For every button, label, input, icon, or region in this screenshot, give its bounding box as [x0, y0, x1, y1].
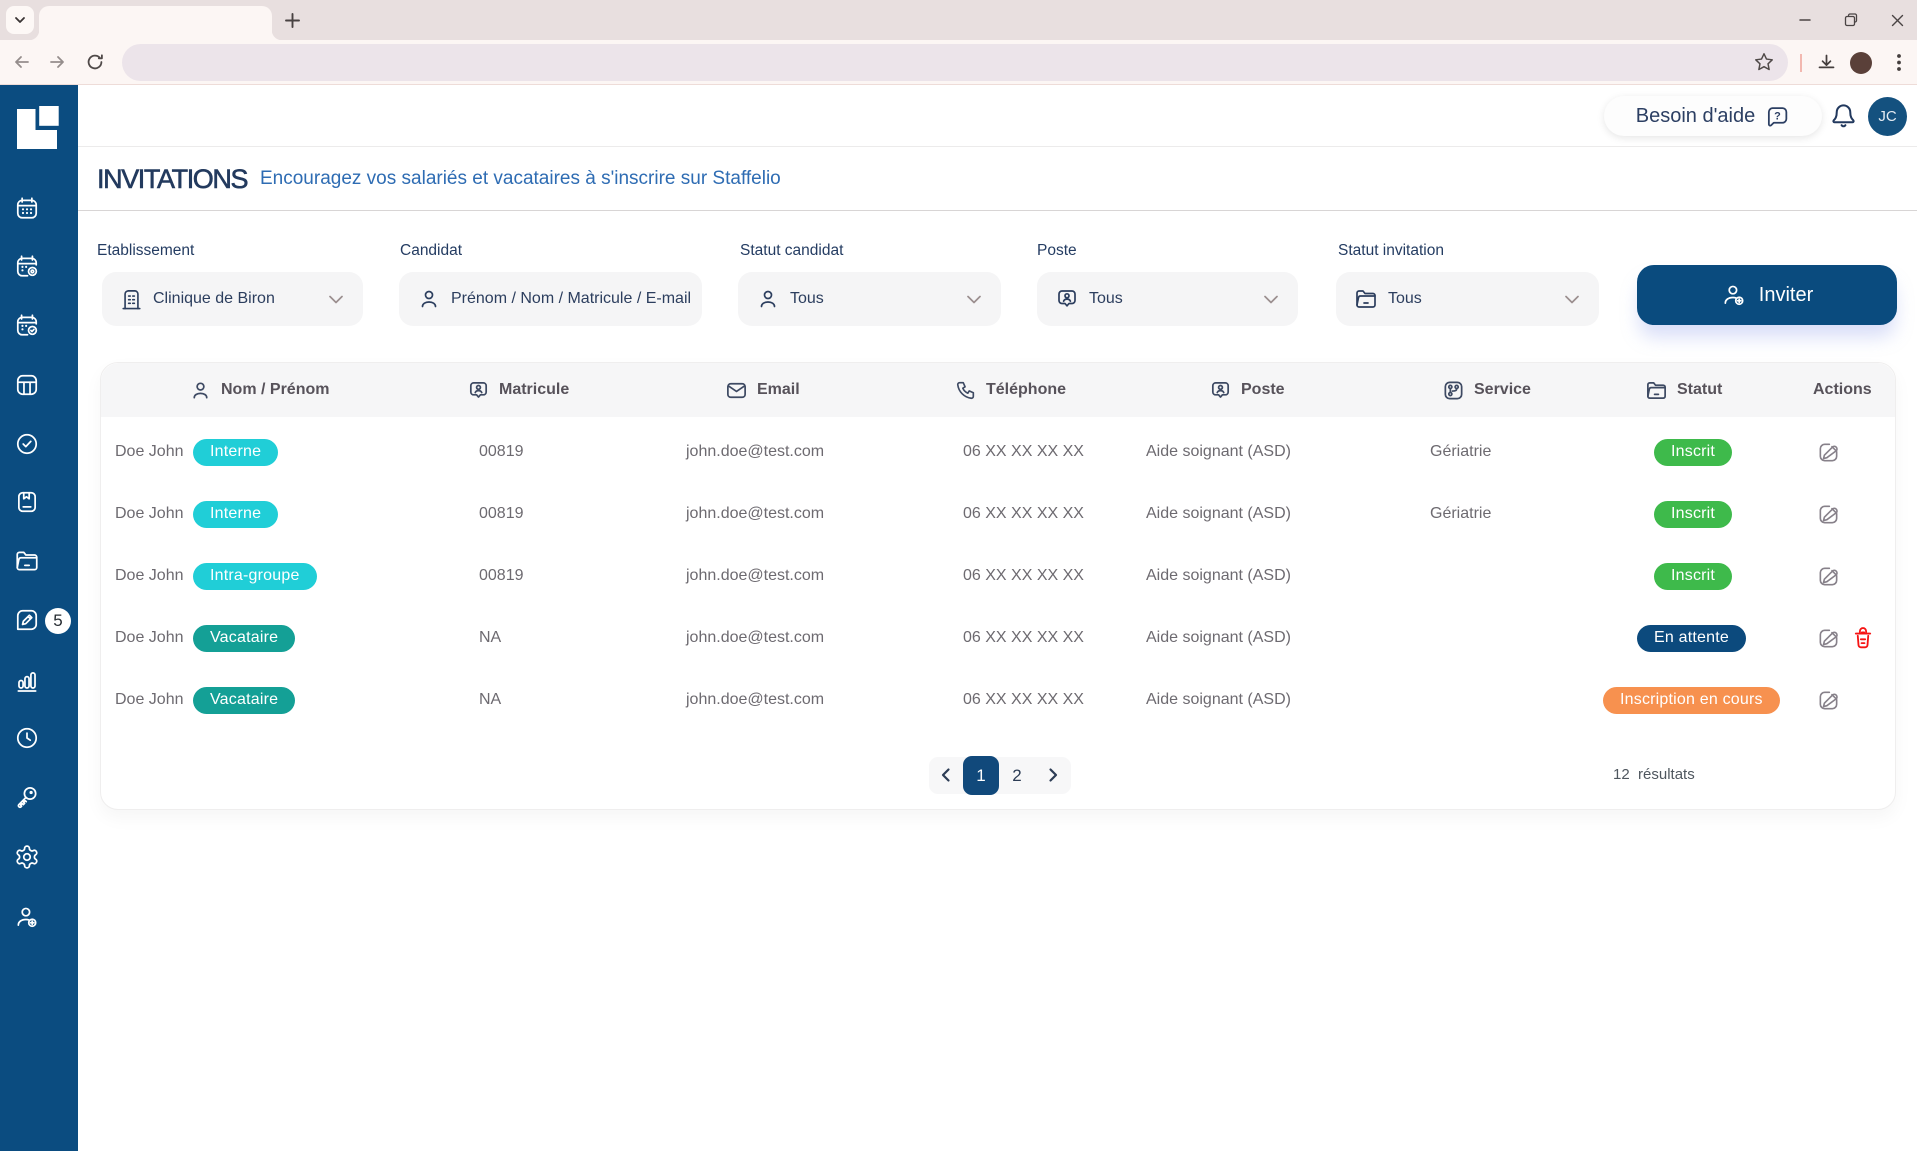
- svg-text:?: ?: [1774, 110, 1781, 122]
